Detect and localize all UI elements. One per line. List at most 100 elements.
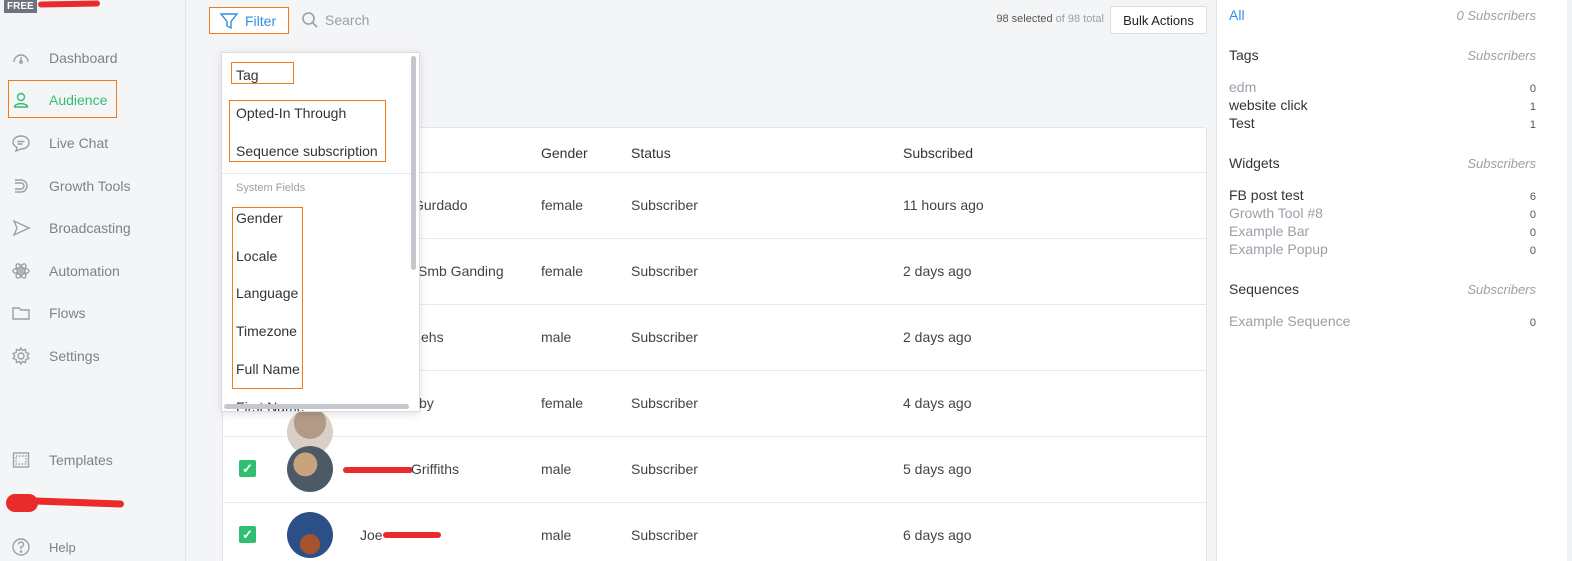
sequence-item[interactable]: Example Sequence 0 [1229,313,1536,329]
widget-item[interactable]: Example Popup 0 [1229,241,1536,257]
widget-count: 6 [1529,191,1536,203]
subscribed-time: 4 days ago [903,395,972,411]
filter-option-tag[interactable]: Tag [236,67,259,83]
subscriber-name[interactable]: Smb Ganding [418,263,504,279]
search-input[interactable] [325,12,435,28]
subscriber-name[interactable]: Gurdado [413,197,467,213]
divider [222,173,412,174]
sequence-label[interactable]: Example Sequence [1229,313,1350,329]
subscriber-name[interactable]: by [419,395,434,411]
column-header-gender[interactable]: Gender [541,145,588,161]
subscriber-name[interactable]: ehs [421,329,444,345]
widget-label[interactable]: FB post test [1229,187,1304,203]
segment-all-count: 0 Subscribers [1456,8,1536,23]
filter-option-locale[interactable]: Locale [236,248,277,264]
tag-item[interactable]: website click 1 [1229,97,1536,113]
avatar [287,446,333,492]
folder-icon [10,302,32,324]
tags-subtitle: Subscribers [1467,48,1536,63]
filter-button[interactable]: Filter [209,7,289,34]
search-icon [302,12,318,28]
sequences-subtitle: Subscribers [1467,282,1536,297]
subscriber-gender: female [541,395,584,411]
subscriber-gender: female [541,197,584,213]
widget-label[interactable]: Example Popup [1229,241,1328,257]
sidebar-item-help[interactable]: Help [8,529,178,561]
subscribed-time: 11 hours ago [903,197,984,213]
sidebar-item-automation[interactable]: Automation [8,253,178,289]
highlight-box [8,80,117,118]
subscriber-status: Subscriber [631,329,698,345]
tag-label[interactable]: website click [1229,97,1308,113]
table-row[interactable]: ✓ Joe male Subscriber 6 days ago [223,503,1206,561]
selection-summary: 98 selected of 98 total [996,13,1104,25]
sidebar-item-dashboard[interactable]: Dashboard [8,40,178,76]
filter-option-language[interactable]: Language [236,285,298,301]
sidebar-item-growth-tools[interactable]: Growth Tools [8,168,178,204]
selected-total: of 98 total [1055,13,1104,25]
filter-option-full-name[interactable]: Full Name [236,361,300,377]
row-checkbox[interactable]: ✓ [239,460,256,477]
tag-count: 1 [1529,101,1536,113]
sidebar-item-live-chat[interactable]: Live Chat [8,125,178,161]
filter-option-timezone[interactable]: Timezone [236,323,297,339]
widget-label[interactable]: Growth Tool #8 [1229,205,1323,221]
sequence-count: 0 [1529,317,1536,329]
horizontal-scrollbar[interactable] [224,404,409,409]
filter-option-opted-in[interactable]: Opted-In Through [236,105,346,121]
tags-title: Tags [1229,47,1259,63]
widget-item[interactable]: Example Bar 0 [1229,223,1536,239]
tag-item[interactable]: edm 0 [1229,79,1536,95]
vertical-scrollbar[interactable] [411,56,416,270]
widget-label[interactable]: Example Bar [1229,223,1309,239]
templates-icon [10,449,32,471]
subscriber-name[interactable]: Joe [360,527,383,543]
sidebar-item-settings[interactable]: Settings [8,338,178,374]
subscriber-status: Subscriber [631,197,698,213]
sidebar-item-flows[interactable]: Flows [8,295,178,331]
sidebar-item-label: Dashboard [49,50,118,66]
segment-all[interactable]: All 0 Subscribers [1229,7,1536,23]
section-label: System Fields [236,182,306,194]
subscriber-status: Subscriber [631,461,698,477]
sidebar-item-label: Automation [49,263,120,279]
widget-item[interactable]: FB post test 6 [1229,187,1536,203]
subscriber-status: Subscriber [631,527,698,543]
tag-label[interactable]: edm [1229,79,1256,95]
avatar [287,512,333,558]
filter-option-gender[interactable]: Gender [236,210,283,226]
filter-label: Filter [245,12,277,29]
sidebar-item-audience[interactable]: Audience [8,80,178,118]
tag-label[interactable]: Test [1229,115,1255,131]
sidebar-item-label: Broadcasting [49,220,131,236]
sidebar-item-broadcasting[interactable]: Broadcasting [8,210,178,246]
subscriber-gender: male [541,329,572,345]
widgets-title: Widgets [1229,155,1280,171]
selected-count: 98 selected [996,13,1053,25]
sidebar-item-label: Settings [49,348,100,364]
sidebar-item-label: Help [49,539,76,555]
search-box[interactable] [300,8,435,32]
sidebar-item-label: Growth Tools [49,178,131,194]
bulk-actions-button[interactable]: Bulk Actions [1110,6,1207,34]
tags-header: Tags Subscribers [1229,47,1536,63]
sidebar-item-templates[interactable]: Templates [8,442,178,478]
column-header-status[interactable]: Status [631,145,671,161]
subscriber-name[interactable]: Griffiths [411,461,459,477]
filter-option-sequence[interactable]: Sequence subscription [236,143,378,159]
subscriber-gender: female [541,263,584,279]
segment-all-label[interactable]: All [1229,7,1245,23]
vertical-scrollbar[interactable] [1567,0,1572,561]
redaction-mark [343,467,413,473]
widget-count: 0 [1529,245,1536,257]
widget-count: 0 [1529,209,1536,221]
table-row[interactable]: ✓ Griffiths male Subscriber 5 days ago [223,437,1206,503]
dashboard-icon [10,47,32,69]
widget-item[interactable]: Growth Tool #8 0 [1229,205,1536,221]
redacted-user [6,494,125,512]
widgets-header: Widgets Subscribers [1229,155,1536,171]
column-header-subscribed[interactable]: Subscribed [903,145,973,161]
row-checkbox[interactable]: ✓ [239,526,256,543]
tag-count: 0 [1529,83,1536,95]
tag-item[interactable]: Test 1 [1229,115,1536,131]
